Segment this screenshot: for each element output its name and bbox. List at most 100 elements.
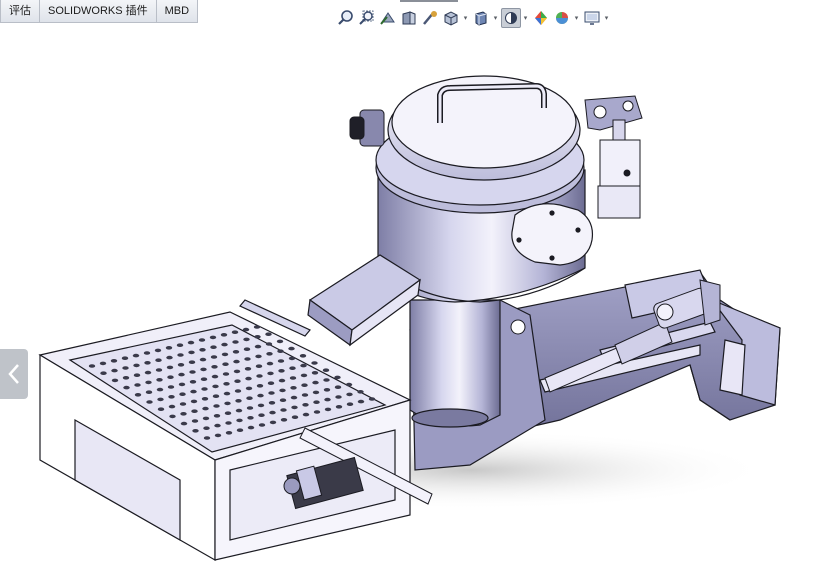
perforation-hole (335, 405, 343, 409)
perforation-hole (232, 350, 240, 354)
perforation-hole (300, 363, 307, 368)
perforation-hole (189, 370, 196, 374)
perforation-hole (145, 390, 153, 395)
perforation-hole (166, 365, 174, 370)
perforation-hole (110, 359, 118, 363)
perforation-hole (133, 373, 141, 378)
perforation-hole (245, 386, 253, 391)
perforation-hole (313, 400, 320, 405)
perforation-hole (121, 356, 129, 361)
perforation-hole (210, 345, 217, 350)
perforation-hole (209, 335, 217, 340)
perforation-hole (220, 333, 228, 337)
perforation-hole (122, 366, 129, 370)
perforation-hole (346, 402, 354, 407)
perforation-hole (233, 369, 241, 374)
perforation-hole (225, 431, 233, 435)
clamp-bracket[interactable] (584, 95, 643, 219)
perforation-hole (214, 433, 222, 438)
perforation-hole (357, 399, 365, 404)
perforation-hole (279, 398, 287, 403)
perforation-hole (357, 390, 364, 394)
perforation-hole (268, 391, 275, 395)
perforation-hole (99, 361, 107, 366)
perforation-hole (155, 358, 162, 363)
perforation-hole (221, 342, 228, 347)
perforation-hole (221, 352, 229, 357)
clamp-knob[interactable] (349, 109, 385, 147)
perforation-hole (288, 346, 295, 351)
perforation-hole (268, 401, 276, 405)
perforation-hole (276, 339, 284, 344)
perforation-hole (300, 373, 308, 378)
perforation-hole (156, 387, 164, 392)
perforation-hole (302, 412, 310, 417)
perforation-hole (166, 355, 173, 360)
perforation-hole (311, 371, 319, 375)
perforation-hole (189, 380, 197, 384)
perforation-hole (144, 370, 152, 375)
perforation-hole (231, 330, 239, 335)
perforation-hole (247, 425, 255, 430)
perforation-hole (323, 388, 331, 392)
perforation-hole (235, 399, 242, 403)
perforation-hole (211, 365, 218, 369)
perforation-hole (223, 391, 231, 396)
perforation-hole (202, 416, 210, 421)
perforation-hole (291, 405, 298, 410)
perforation-hole (155, 368, 163, 372)
perforation-hole (192, 429, 199, 433)
motor-housing[interactable] (511, 203, 594, 266)
perforation-hole (134, 383, 141, 387)
perforation-hole (334, 375, 341, 380)
perforation-hole (335, 395, 342, 399)
perforation-hole (247, 416, 254, 420)
perforation-hole (168, 395, 175, 399)
perforation-hole (299, 354, 307, 358)
perforation-hole (242, 327, 250, 332)
side-panel-toggle[interactable] (0, 349, 28, 399)
perforation-hole (123, 385, 130, 390)
chevron-left-icon (8, 364, 19, 384)
3d-model-graphics[interactable] (0, 0, 816, 562)
perforation-hole (154, 348, 162, 353)
perforation-hole (244, 367, 252, 371)
perforation-hole (177, 353, 184, 357)
perforation-hole (256, 374, 263, 378)
perforation-hole (256, 384, 264, 388)
perforation-hole (288, 356, 296, 361)
perforation-hole (88, 364, 96, 368)
perforation-hole (224, 401, 231, 406)
perforation-hole (266, 361, 274, 366)
perforation-hole (246, 396, 253, 401)
perforation-hole (257, 403, 265, 408)
perforation-hole (203, 426, 210, 431)
perforation-hole (100, 371, 107, 376)
perforation-hole (156, 378, 163, 382)
perforation-hole (334, 385, 342, 390)
perforation-hole (278, 378, 286, 383)
perforation-hole (165, 346, 173, 350)
perforation-hole (187, 340, 195, 345)
perforation-hole (243, 337, 250, 342)
perforation-hole (225, 421, 232, 425)
perforation-hole (180, 412, 187, 416)
perforation-hole (157, 407, 165, 412)
perforation-hole (258, 423, 266, 427)
perforation-hole (243, 347, 251, 352)
perforation-hole (346, 392, 353, 397)
perforation-hole (191, 419, 199, 423)
perforation-hole (291, 415, 299, 420)
perforation-hole (265, 342, 273, 346)
perforation-hole (253, 325, 261, 329)
perforation-hole (213, 414, 221, 418)
perforation-hole (211, 374, 219, 379)
perforation-hole (257, 393, 264, 398)
perforation-hole (324, 407, 332, 412)
perforation-hole (279, 388, 286, 393)
perforation-hole (167, 375, 174, 380)
perforation-hole (236, 418, 243, 423)
perforation-hole (232, 340, 239, 344)
perforation-hole (213, 404, 220, 408)
perforation-hole (313, 410, 321, 414)
